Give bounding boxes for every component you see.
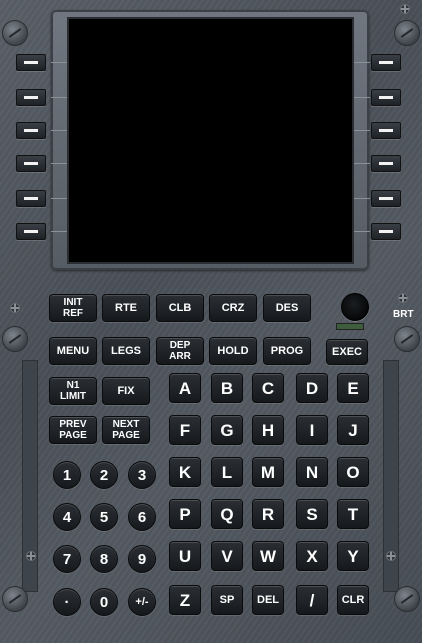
brightness-knob[interactable] xyxy=(341,293,369,321)
lsk-left-2-button[interactable] xyxy=(16,89,46,106)
lsk-guide-line xyxy=(51,62,67,63)
key-k-button[interactable]: K xyxy=(169,457,201,487)
key-w-button[interactable]: W xyxy=(252,541,284,571)
fmc-cdu-panel: INIT REF RTE CLB CRZ DES BRT MENU LEGS D… xyxy=(0,0,422,643)
small-screw-icon xyxy=(398,293,408,303)
key-clr-button[interactable]: CLR xyxy=(337,585,369,615)
key-r-button[interactable]: R xyxy=(252,499,284,529)
key-m-button[interactable]: M xyxy=(252,457,284,487)
lsk-guide-line xyxy=(51,198,67,199)
key-d-button[interactable]: D xyxy=(296,373,328,403)
brt-label: BRT xyxy=(393,309,414,320)
key-7-button[interactable]: 7 xyxy=(53,545,81,573)
lsk-left-3-button[interactable] xyxy=(16,122,46,139)
corner-screw-icon xyxy=(2,586,28,612)
lsk-guide-line xyxy=(354,198,370,199)
key-0-button[interactable]: 0 xyxy=(90,588,118,616)
key-1-button[interactable]: 1 xyxy=(53,461,81,489)
corner-screw-icon xyxy=(394,20,420,46)
key-z-button[interactable]: Z xyxy=(169,585,201,615)
key-y-button[interactable]: Y xyxy=(337,541,369,571)
lsk-guide-line xyxy=(51,231,67,232)
key-s-button[interactable]: S xyxy=(296,499,328,529)
fix-button[interactable]: FIX xyxy=(102,377,150,405)
key-a-button[interactable]: A xyxy=(169,373,201,403)
lsk-left-4-button[interactable] xyxy=(16,155,46,172)
exec-button[interactable]: EXEC xyxy=(326,339,368,365)
key-l-button[interactable]: L xyxy=(211,457,243,487)
lsk-guide-line xyxy=(354,62,370,63)
next-page-button[interactable]: NEXT PAGE xyxy=(102,416,150,444)
lsk-guide-line xyxy=(51,130,67,131)
lsk-guide-line xyxy=(51,97,67,98)
lsk-left-6-button[interactable] xyxy=(16,223,46,240)
key-8-button[interactable]: 8 xyxy=(90,545,118,573)
key-p-button[interactable]: P xyxy=(169,499,201,529)
key-h-button[interactable]: H xyxy=(252,415,284,445)
small-screw-icon xyxy=(10,303,20,313)
lsk-left-1-button[interactable] xyxy=(16,54,46,71)
key-j-button[interactable]: J xyxy=(337,415,369,445)
lsk-right-5-button[interactable] xyxy=(371,190,401,207)
key-3-button[interactable]: 3 xyxy=(128,461,156,489)
lsk-guide-line xyxy=(51,163,67,164)
crz-button[interactable]: CRZ xyxy=(209,294,257,322)
key-9-button[interactable]: 9 xyxy=(128,545,156,573)
small-screw-icon xyxy=(400,4,410,14)
key-t-button[interactable]: T xyxy=(337,499,369,529)
key-g-button[interactable]: G xyxy=(211,415,243,445)
key-slash-button[interactable]: / xyxy=(296,585,328,615)
cdu-display-screen xyxy=(67,17,354,264)
prev-page-button[interactable]: PREV PAGE xyxy=(49,416,97,444)
lsk-guide-line xyxy=(354,130,370,131)
key-x-button[interactable]: X xyxy=(296,541,328,571)
exec-annunciator-light xyxy=(336,323,364,330)
key-q-button[interactable]: Q xyxy=(211,499,243,529)
key-4-button[interactable]: 4 xyxy=(53,503,81,531)
small-screw-icon xyxy=(26,551,36,561)
corner-screw-icon xyxy=(2,20,28,46)
corner-screw-icon xyxy=(394,326,420,352)
key-o-button[interactable]: O xyxy=(337,457,369,487)
init-ref-button[interactable]: INIT REF xyxy=(49,294,97,322)
key-n-button[interactable]: N xyxy=(296,457,328,487)
key-6-button[interactable]: 6 xyxy=(128,503,156,531)
des-button[interactable]: DES xyxy=(263,294,311,322)
key-sp-button[interactable]: SP xyxy=(211,585,243,615)
rte-button[interactable]: RTE xyxy=(102,294,150,322)
n1-limit-button[interactable]: N1 LIMIT xyxy=(49,377,97,405)
key-f-button[interactable]: F xyxy=(169,415,201,445)
clb-button[interactable]: CLB xyxy=(156,294,204,322)
lsk-right-2-button[interactable] xyxy=(371,89,401,106)
key-e-button[interactable]: E xyxy=(337,373,369,403)
key-plus-minus-button[interactable]: +/- xyxy=(128,588,156,616)
corner-screw-icon xyxy=(2,326,28,352)
menu-button[interactable]: MENU xyxy=(49,337,97,365)
hold-button[interactable]: HOLD xyxy=(209,337,257,365)
lsk-guide-line xyxy=(354,231,370,232)
small-screw-icon xyxy=(386,551,396,561)
key-i-button[interactable]: I xyxy=(296,415,328,445)
legs-button[interactable]: LEGS xyxy=(102,337,150,365)
key-c-button[interactable]: C xyxy=(252,373,284,403)
key-5-button[interactable]: 5 xyxy=(90,503,118,531)
key-u-button[interactable]: U xyxy=(169,541,201,571)
corner-screw-icon xyxy=(394,586,420,612)
lsk-right-3-button[interactable] xyxy=(371,122,401,139)
lsk-left-5-button[interactable] xyxy=(16,190,46,207)
prog-button[interactable]: PROG xyxy=(263,337,311,365)
lsk-right-6-button[interactable] xyxy=(371,223,401,240)
dep-arr-button[interactable]: DEP ARR xyxy=(156,337,204,365)
lsk-right-4-button[interactable] xyxy=(371,155,401,172)
key-del-button[interactable]: DEL xyxy=(252,585,284,615)
key-decimal-button[interactable]: · xyxy=(53,588,81,616)
lsk-guide-line xyxy=(354,163,370,164)
lsk-right-1-button[interactable] xyxy=(371,54,401,71)
lsk-guide-line xyxy=(354,97,370,98)
key-b-button[interactable]: B xyxy=(211,373,243,403)
key-v-button[interactable]: V xyxy=(211,541,243,571)
key-2-button[interactable]: 2 xyxy=(90,461,118,489)
